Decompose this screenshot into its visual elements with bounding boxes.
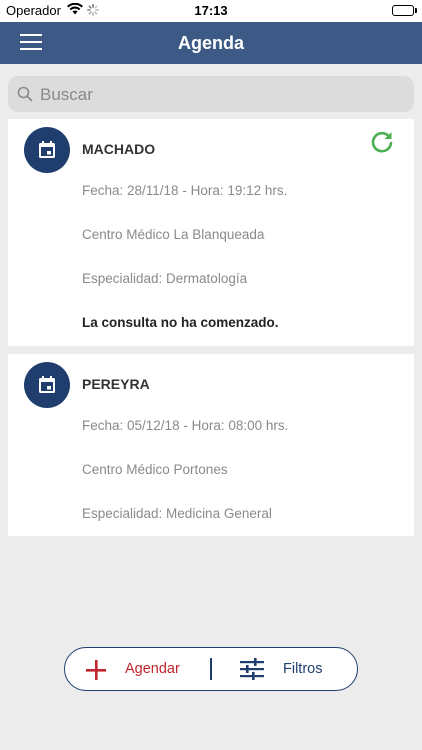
patient-name: PEREYRA: [82, 376, 150, 392]
appointment-avatar: [24, 362, 70, 408]
search-input[interactable]: [38, 76, 412, 114]
appointment-center: Centro Médico Portones: [82, 462, 228, 477]
status-bar: Operador 17:13: [0, 0, 422, 22]
appointment-card[interactable]: PEREYRA Fecha: 05/12/18 - Hora: 08:00 hr…: [8, 354, 414, 536]
battery-tip: [415, 8, 417, 13]
plus-icon: [85, 659, 107, 686]
calendar-icon: [39, 141, 55, 158]
appointment-card[interactable]: MACHADO Fecha: 28/11/18 - Hora: 19:12 hr…: [8, 119, 414, 346]
nav-bar: Agenda: [0, 22, 422, 64]
filters-button[interactable]: Filtros: [237, 648, 347, 690]
divider: [210, 658, 212, 680]
filters-button-label: Filtros: [283, 661, 323, 677]
patient-name: MACHADO: [82, 141, 156, 157]
action-bar: Agendar Filtros: [64, 647, 358, 691]
appointment-specialty: Especialidad: Medicina General: [82, 506, 272, 521]
appointment-status: La consulta no ha comenzado.: [82, 315, 279, 330]
clock: 17:13: [194, 3, 228, 18]
schedule-button-label: Agendar: [125, 661, 180, 677]
search-icon: [17, 86, 33, 107]
appointment-datetime: Fecha: 05/12/18 - Hora: 08:00 hrs.: [82, 418, 289, 433]
filter-sliders-icon: [239, 658, 265, 685]
appointment-avatar: [24, 127, 70, 173]
appointment-datetime: Fecha: 28/11/18 - Hora: 19:12 hrs.: [82, 183, 288, 198]
page-title: Agenda: [177, 33, 244, 53]
appointment-specialty: Especialidad: Dermatología: [82, 271, 248, 286]
refresh-icon[interactable]: [370, 130, 394, 159]
search-bar[interactable]: [8, 76, 414, 114]
appointment-center: Centro Médico La Blanqueada: [82, 227, 265, 242]
schedule-button[interactable]: Agendar: [83, 648, 203, 690]
battery-icon: [392, 5, 414, 16]
calendar-icon: [39, 376, 55, 393]
